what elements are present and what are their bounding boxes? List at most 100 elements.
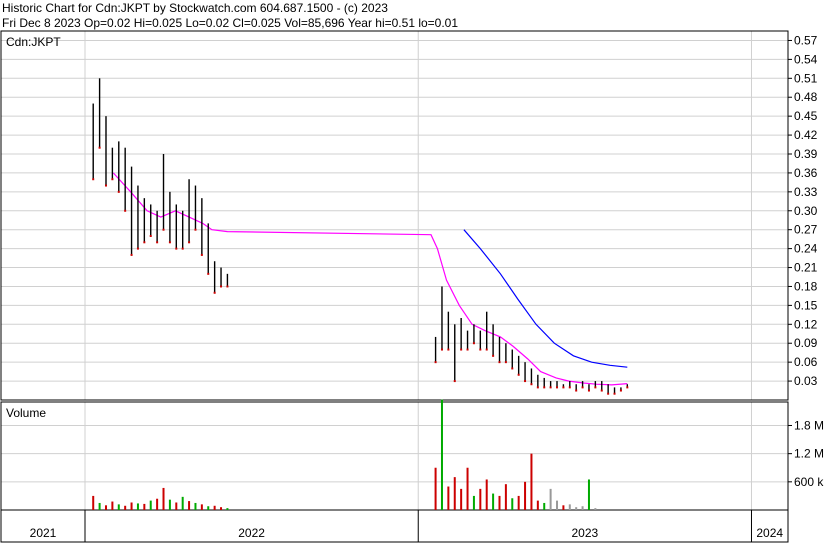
price-close-mark	[479, 348, 482, 351]
volume-bar	[504, 484, 507, 510]
price-tick-label: 0.30	[794, 204, 818, 218]
price-tick-label: 0.03	[794, 374, 818, 388]
volume-bar	[220, 507, 223, 510]
price-close-mark	[626, 386, 629, 389]
volume-bar	[156, 498, 159, 510]
price-close-mark	[619, 389, 622, 392]
price-close-mark	[124, 209, 127, 212]
price-tick-label: 0.21	[794, 261, 818, 275]
price-close-mark	[130, 253, 133, 256]
price-close-mark	[511, 367, 514, 370]
price-tick-label: 0.15	[794, 298, 818, 312]
price-close-mark	[168, 241, 171, 244]
volume-bar	[485, 479, 488, 510]
price-close-mark	[556, 386, 559, 389]
price-tick-label: 0.39	[794, 147, 818, 161]
price-tick-label: 0.57	[794, 33, 818, 47]
price-close-mark	[175, 247, 178, 250]
volume-bar	[98, 502, 101, 510]
price-close-mark	[434, 361, 437, 364]
price-close-mark	[549, 386, 552, 389]
price-tick-label: 0.12	[794, 317, 818, 331]
price-close-mark	[613, 392, 616, 395]
volume-bar	[168, 499, 171, 510]
price-close-mark	[207, 272, 210, 275]
volume-bar	[587, 479, 590, 510]
volume-bar	[530, 453, 533, 510]
volume-bar	[472, 495, 475, 510]
volume-bar	[92, 495, 95, 510]
volume-bar	[149, 500, 152, 510]
volume-bar	[434, 467, 437, 510]
price-close-mark	[162, 228, 165, 231]
price-close-mark	[543, 386, 546, 389]
price-close-mark	[117, 190, 120, 193]
price-tick-label: 0.33	[794, 185, 818, 199]
volume-bar	[130, 502, 133, 510]
price-close-mark	[104, 184, 107, 187]
year-label: 2022	[238, 526, 265, 540]
stock-chart: Cdn:JKPT Volume 0.57 0.54 0.51 0.48 0.45 0.42…	[0, 30, 824, 543]
volume-bar	[575, 507, 578, 510]
volume-grid	[1, 402, 788, 510]
price-close-mark	[562, 386, 565, 389]
volume-bar	[181, 496, 184, 510]
volume-bars	[92, 399, 597, 510]
volume-bar	[568, 504, 571, 510]
price-tick-label: 0.51	[794, 71, 818, 85]
volume-bar	[524, 481, 527, 510]
volume-bar	[562, 505, 565, 510]
price-close-mark	[587, 389, 590, 392]
price-tick-label: 0.45	[794, 109, 818, 123]
price-close-mark	[111, 178, 114, 181]
volume-bar	[226, 508, 229, 510]
price-close-mark	[453, 380, 456, 383]
long-moving-average-line	[463, 229, 628, 368]
price-bars	[92, 78, 629, 395]
price-close-mark	[156, 241, 159, 244]
price-tick-label: 0.54	[794, 52, 818, 66]
volume-bar	[594, 508, 597, 510]
volume-bar	[517, 495, 520, 510]
price-close-mark	[594, 386, 597, 389]
price-close-mark	[600, 389, 603, 392]
volume-bar	[213, 505, 216, 510]
price-close-mark	[181, 247, 184, 250]
price-close-mark	[194, 228, 197, 231]
price-close-mark	[568, 386, 571, 389]
price-close-mark	[498, 361, 501, 364]
volume-tick-label: 1.8 M	[794, 418, 824, 432]
price-close-mark	[92, 178, 95, 181]
volume-bar	[556, 500, 559, 510]
volume-tick-label: 1.2 M	[794, 447, 824, 461]
price-tick-label: 0.24	[794, 242, 818, 256]
volume-bar	[143, 503, 146, 510]
volume-bar	[117, 504, 120, 510]
volume-tick-label: 600 k	[794, 475, 824, 489]
volume-bar	[498, 495, 501, 510]
date-axis: 2021 2022 2023 2024	[30, 510, 783, 542]
volume-bar	[543, 502, 546, 510]
price-close-mark	[607, 392, 610, 395]
volume-bar	[511, 498, 514, 510]
date-axis-frame	[0, 509, 789, 543]
price-close-mark	[492, 354, 495, 357]
price-close-mark	[220, 285, 223, 288]
volume-panel-title: Volume	[6, 406, 46, 420]
price-close-mark	[536, 386, 539, 389]
volume-panel-frame	[0, 401, 789, 511]
year-label: 2021	[30, 526, 57, 540]
price-panel-frame	[0, 30, 789, 401]
price-panel-title: Cdn:JKPT	[6, 35, 61, 49]
price-tick-label: 0.18	[794, 279, 818, 293]
price-tick-label: 0.48	[794, 90, 818, 104]
price-close-mark	[517, 373, 520, 376]
price-close-mark	[213, 291, 216, 294]
price-close-mark	[530, 383, 533, 386]
price-grid	[1, 31, 788, 400]
volume-bar	[536, 500, 539, 510]
price-tick-label: 0.36	[794, 166, 818, 180]
price-close-mark	[136, 247, 139, 250]
volume-bar	[549, 488, 552, 510]
price-close-mark	[460, 348, 463, 351]
